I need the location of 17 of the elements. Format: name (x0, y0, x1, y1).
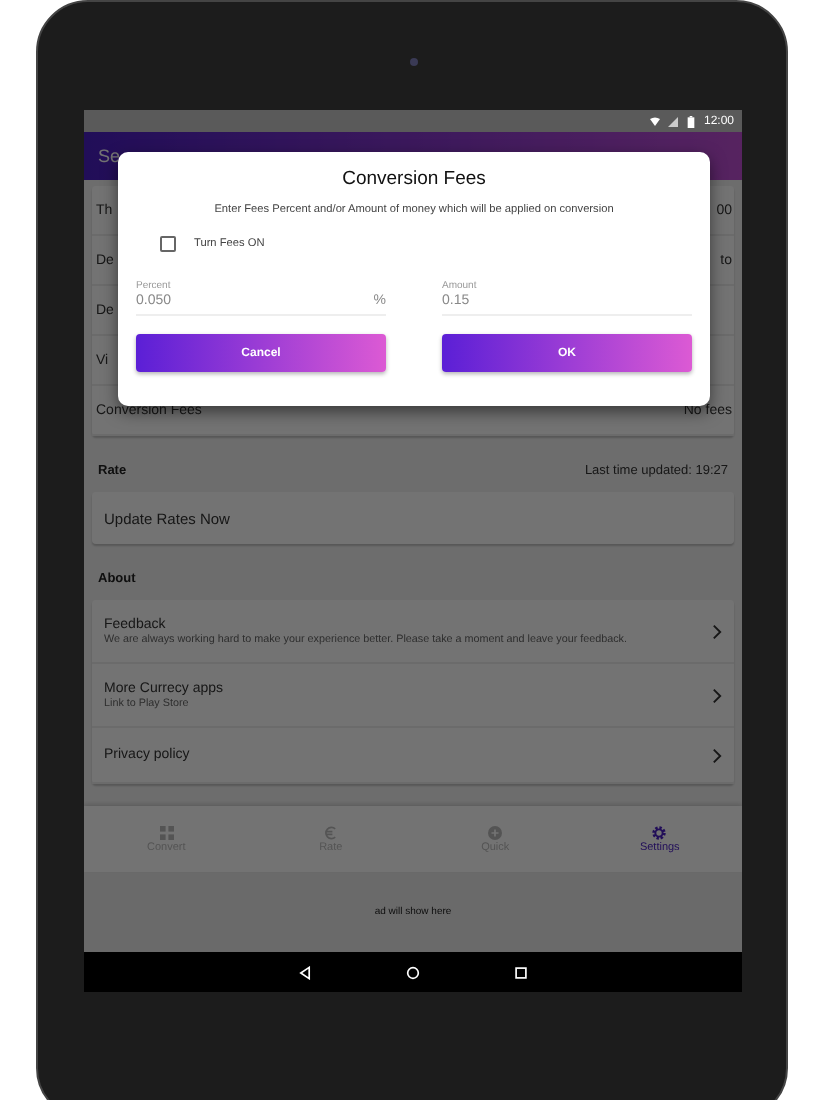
signal-icon (667, 115, 678, 127)
wifi-icon (649, 115, 660, 127)
chevron-right-icon (712, 623, 722, 639)
grid-icon (159, 825, 174, 839)
camera-icon (410, 58, 418, 66)
battery-icon (685, 115, 696, 127)
home-icon[interactable] (406, 965, 420, 979)
back-icon[interactable] (298, 965, 312, 979)
chevron-right-icon (712, 747, 722, 763)
plus-circle-icon (488, 825, 503, 839)
recents-icon[interactable] (514, 965, 528, 979)
euro-icon (323, 825, 338, 839)
chevron-right-icon (712, 687, 722, 703)
checkbox[interactable] (160, 236, 176, 252)
app-title: Se (98, 146, 121, 166)
dialog-title: Conversion Fees (340, 168, 488, 190)
gear-icon (652, 825, 667, 839)
